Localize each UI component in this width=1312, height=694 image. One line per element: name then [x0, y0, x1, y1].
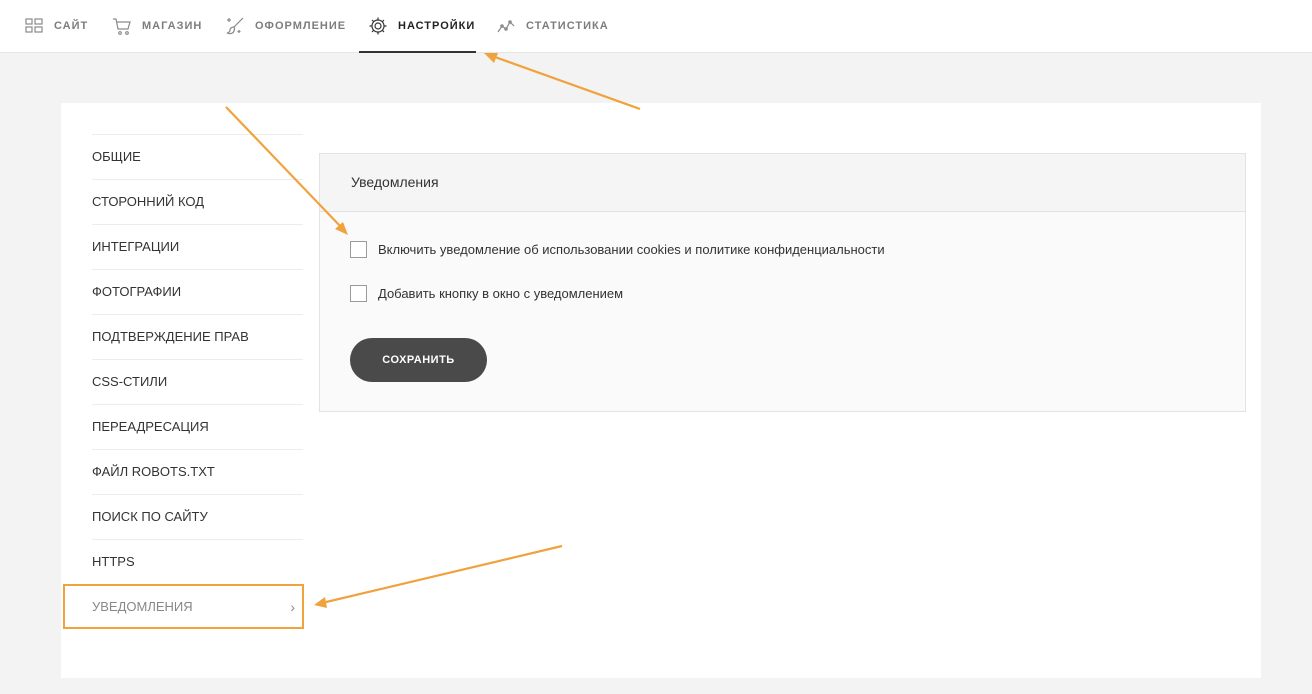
- sidebar-item-label: ПОДТВЕРЖДЕНИЕ ПРАВ: [92, 329, 249, 344]
- sidebar-item-integrations[interactable]: ИНТЕГРАЦИИ: [92, 225, 303, 270]
- sidebar-item-label: ОБЩИЕ: [92, 149, 141, 164]
- sidebar-item-label: ФОТОГРАФИИ: [92, 284, 182, 299]
- tab-label: МАГАЗИН: [142, 20, 203, 32]
- sidebar-item-redirects[interactable]: ПЕРЕАДРЕСАЦИЯ: [92, 405, 303, 450]
- sidebar-item-rights-confirmation[interactable]: ПОДТВЕРЖДЕНИЕ ПРАВ: [92, 315, 303, 360]
- sidebar-item-label: HTTPS: [92, 554, 135, 569]
- arrow-to-settings-tab: [491, 54, 641, 111]
- cart-icon: [112, 16, 132, 36]
- cookie-notice-option: Включить уведомление об использовании co…: [350, 241, 885, 258]
- tab-label: ОФОРМЛЕНИЕ: [255, 20, 347, 32]
- tab-label: САЙТ: [54, 20, 89, 32]
- tab-site[interactable]: САЙТ: [24, 0, 88, 52]
- sidebar-item-label: ПЕРЕАДРЕСАЦИЯ: [92, 419, 209, 434]
- sidebar-item-third-party-code[interactable]: СТОРОННИЙ КОД: [92, 180, 303, 225]
- sidebar-item-label: ИНТЕГРАЦИИ: [92, 239, 180, 254]
- card-title: Уведомления: [320, 154, 1245, 212]
- sidebar-item-general[interactable]: ОБЩИЕ: [92, 135, 303, 180]
- tab-statistics[interactable]: СТАТИСТИКА: [496, 0, 609, 52]
- settings-panel: ОБЩИЕ СТОРОННИЙ КОД ИНТЕГРАЦИИ ФОТОГРАФИ…: [61, 103, 1261, 678]
- tab-shop[interactable]: МАГАЗИН: [112, 0, 202, 52]
- sidebar-item-label: ПОИСК ПО САЙТУ: [92, 509, 208, 524]
- notice-button-option: Добавить кнопку в окно с уведомлением: [350, 285, 623, 302]
- notifications-card: Уведомления Включить уведомление об испо…: [319, 153, 1246, 412]
- sidebar-item-site-search[interactable]: ПОИСК ПО САЙТУ: [92, 495, 303, 540]
- brush-icon: [225, 16, 245, 36]
- notice-button-label[interactable]: Добавить кнопку в окно с уведомлением: [378, 286, 623, 301]
- save-button[interactable]: СОХРАНИТЬ: [350, 338, 487, 382]
- sidebar-item-label: СТОРОННИЙ КОД: [92, 194, 205, 209]
- chart-line-icon: [496, 16, 516, 36]
- top-navigation: САЙТ МАГАЗИН ОФОРМЛЕНИЕ НАСТРОЙКИ СТАТИС…: [0, 0, 1312, 53]
- sidebar-item-photos[interactable]: ФОТОГРАФИИ: [92, 270, 303, 315]
- sidebar-item-https[interactable]: HTTPS: [92, 540, 303, 585]
- settings-sidebar: ОБЩИЕ СТОРОННИЙ КОД ИНТЕГРАЦИИ ФОТОГРАФИ…: [92, 134, 303, 629]
- arrowhead: [484, 53, 498, 63]
- sidebar-item-css-styles[interactable]: CSS-СТИЛИ: [92, 360, 303, 405]
- grid-icon: [24, 16, 44, 36]
- tab-label: НАСТРОЙКИ: [398, 20, 476, 32]
- sidebar-item-label: CSS-СТИЛИ: [92, 374, 168, 389]
- sidebar-item-robots-txt[interactable]: ФАЙЛ ROBOTS.TXT: [92, 450, 303, 495]
- gear-icon: [368, 16, 388, 36]
- tab-label: СТАТИСТИКА: [526, 20, 609, 32]
- cookie-notice-label[interactable]: Включить уведомление об использовании co…: [378, 242, 885, 257]
- tab-settings[interactable]: НАСТРОЙКИ: [359, 0, 476, 53]
- notice-button-checkbox[interactable]: [350, 285, 367, 302]
- cookie-notice-checkbox[interactable]: [350, 241, 367, 258]
- tab-design[interactable]: ОФОРМЛЕНИЕ: [225, 0, 346, 52]
- sidebar-item-label: ФАЙЛ ROBOTS.TXT: [92, 464, 215, 479]
- highlight-annotation: [63, 584, 304, 629]
